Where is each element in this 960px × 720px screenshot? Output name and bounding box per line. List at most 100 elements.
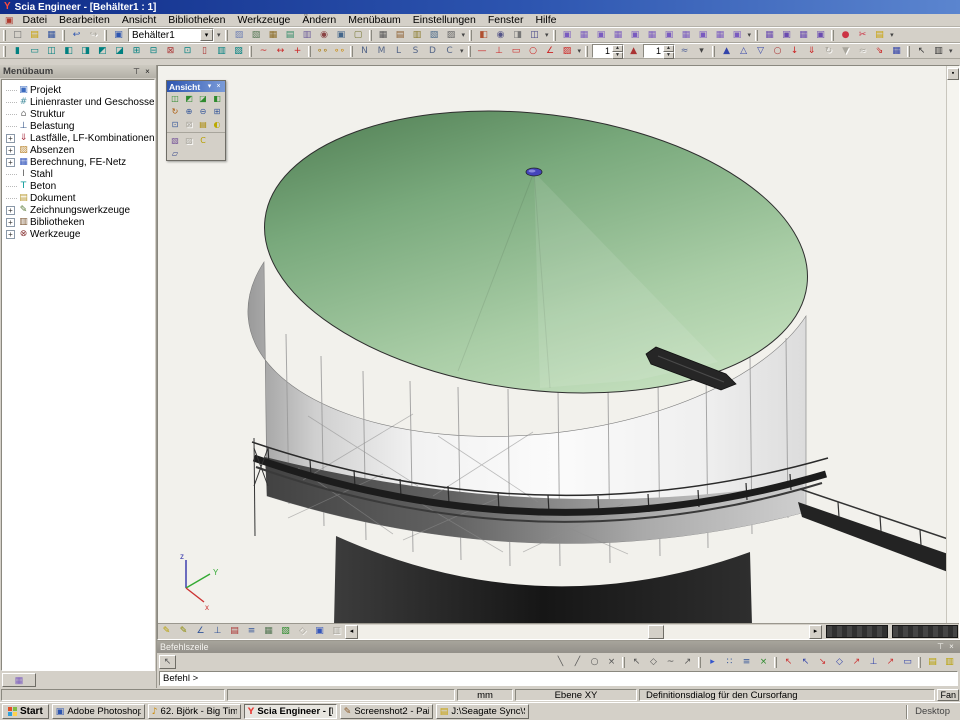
project-item-combobox[interactable]: Behälter1 ▾ [128, 28, 214, 42]
window-layout-5[interactable]: ▣ [627, 28, 644, 42]
menu-item-werkzeuge[interactable]: Werkzeuge [231, 14, 296, 26]
snap-tangent[interactable]: ↗ [848, 655, 865, 669]
title-bar[interactable]: Y Scia Engineer - [Behälter1 : 1] [0, 0, 960, 14]
paste-picture[interactable]: ▥ [299, 28, 316, 42]
toolbar-grip[interactable] [469, 30, 472, 41]
tree-item[interactable]: +⊗Werkzeuge [6, 228, 154, 240]
snap-line-grid[interactable]: ≡ [738, 655, 755, 669]
snap-endpoint[interactable]: ↖ [780, 655, 797, 669]
menu-item-ändern[interactable]: Ändern [296, 14, 342, 26]
dimension-lines[interactable]: D [424, 44, 441, 58]
cursor-snap-flag[interactable]: ▸ [704, 655, 721, 669]
layer-dialog[interactable]: ▣ [311, 625, 328, 639]
expand-icon[interactable]: + [6, 146, 15, 155]
display-sets[interactable]: ● [837, 28, 854, 42]
draw-line[interactable]: — [474, 44, 491, 58]
print-preview[interactable]: ▤ [392, 28, 409, 42]
snap-center[interactable]: ◇ [831, 655, 848, 669]
label-cross-sections[interactable]: C [441, 44, 458, 58]
new-rib[interactable]: ◪ [111, 44, 128, 58]
close-icon[interactable]: × [946, 642, 957, 652]
pin-icon[interactable]: ⊤ [935, 642, 946, 652]
view-z-direction[interactable]: ◪ [196, 92, 210, 105]
draw-hatch[interactable]: ▨ [559, 44, 576, 58]
window-layout-3[interactable]: ▣ [593, 28, 610, 42]
viewport-hscrollbar[interactable] [358, 625, 809, 639]
coord-relative[interactable]: ⊥ [209, 625, 226, 639]
new-opening[interactable]: ◨ [77, 44, 94, 58]
toolbar-grip[interactable] [3, 46, 6, 57]
tree-item[interactable]: +▨Absenzen [6, 144, 154, 156]
tree-item[interactable]: +▥Bibliotheken [6, 216, 154, 228]
toolbar-grip[interactable] [468, 46, 471, 57]
toolbar-overflow-icon[interactable]: ▾ [947, 47, 955, 55]
toolbar-overflow-icon[interactable]: ▾ [543, 31, 551, 39]
working-plane[interactable]: ▤ [226, 625, 243, 639]
viewport-scroll-button[interactable]: ▪ [947, 68, 959, 80]
menu-item-fenster[interactable]: Fenster [482, 14, 530, 26]
label-loads[interactable]: L [390, 44, 407, 58]
ansicht-palette-header[interactable]: Ansicht ▾ × [167, 81, 225, 92]
toolbar-grip[interactable] [225, 30, 228, 41]
window-layout-8[interactable]: ▦ [678, 28, 695, 42]
snap-dot-grid[interactable]: ∷ [721, 655, 738, 669]
zoom-selection[interactable]: ⊠ [182, 118, 196, 131]
load-panel[interactable]: ⊞ [128, 44, 145, 58]
toolbar-grip[interactable] [369, 30, 372, 41]
taskbar-task[interactable]: ▣Adobe Photoshop CS3 E... [52, 704, 145, 719]
view-y-direction[interactable]: ◩ [182, 92, 196, 105]
menu-item-menübaum[interactable]: Menübaum [342, 14, 407, 26]
intersect-members[interactable]: ▥ [213, 44, 230, 58]
snap-direction[interactable]: ↗ [679, 655, 696, 669]
expand-icon[interactable]: + [6, 158, 15, 167]
layer-spinner[interactable]: 1 ▲▼ [643, 44, 675, 58]
layer-up-icon[interactable]: ▲ [663, 45, 674, 52]
tree-item[interactable]: ▣Projekt [6, 84, 154, 96]
keyboard-input[interactable]: ✎ [175, 625, 192, 639]
line-load[interactable]: ⇓ [803, 44, 820, 58]
section-view[interactable]: ≡ [243, 625, 260, 639]
view-flags[interactable]: ▥ [328, 625, 345, 639]
toolbar-grip[interactable] [585, 46, 588, 57]
toolbar-grip[interactable] [831, 30, 834, 41]
menu-item-datei[interactable]: Datei [17, 14, 54, 26]
toolbar-grip[interactable] [3, 30, 6, 41]
toolbar-grip[interactable] [774, 657, 777, 668]
divide-surface[interactable]: ⊡ [179, 44, 196, 58]
quick-tools[interactable]: ✂ [854, 28, 871, 42]
snap-midpoint[interactable]: ↖ [797, 655, 814, 669]
copy-picture[interactable]: ▤ [282, 28, 299, 42]
insert-node[interactable]: + [289, 44, 306, 58]
render-picture[interactable]: ◉ [316, 28, 333, 42]
view-axonometric[interactable]: ◧ [210, 92, 224, 105]
combobox-dropdown-icon[interactable]: ▾ [200, 29, 213, 41]
menu-item-hilfe[interactable]: Hilfe [529, 14, 562, 26]
modify-curve[interactable]: ~ [255, 44, 272, 58]
new-project[interactable]: □ [9, 28, 26, 42]
toolbar-grip[interactable] [918, 657, 921, 668]
menu-item-ansicht[interactable]: Ansicht [116, 14, 162, 26]
support-hinged[interactable]: △ [735, 44, 752, 58]
viewport-vscrollbar[interactable]: ▪ [946, 66, 959, 623]
workspace-4[interactable]: ▣ [812, 28, 829, 42]
snap-line-end[interactable]: ╱ [569, 655, 586, 669]
mdi-child-icon[interactable]: ▣ [2, 15, 17, 26]
project-manager[interactable]: ▣ [110, 28, 127, 42]
expand-icon[interactable]: + [6, 218, 15, 227]
toolbar-grip[interactable] [907, 46, 910, 57]
rotate-view[interactable]: ↻ [168, 105, 182, 118]
tree-item[interactable]: +⇓Lastfälle, LF-Kombinationen [6, 132, 154, 144]
toolbar-grip[interactable] [249, 46, 252, 57]
toolbar-grip[interactable] [698, 657, 701, 668]
snap-point[interactable]: ↖ [628, 655, 645, 669]
desktop-toolbar-label[interactable]: Desktop [911, 706, 958, 717]
toolbar-overflow-icon[interactable]: ▾ [460, 31, 468, 39]
send-document[interactable]: ▨ [443, 28, 460, 42]
toolbar-grip[interactable] [62, 30, 65, 41]
draw-perpendicular[interactable]: ⊥ [491, 44, 508, 58]
export-document[interactable]: ▧ [426, 28, 443, 42]
taskbar-task[interactable]: ✎Screenshot2 - Paint [340, 704, 433, 719]
select-by-mouse[interactable]: ↖ [913, 44, 930, 58]
toolbar-grip[interactable] [308, 46, 311, 57]
label-members[interactable]: M [373, 44, 390, 58]
